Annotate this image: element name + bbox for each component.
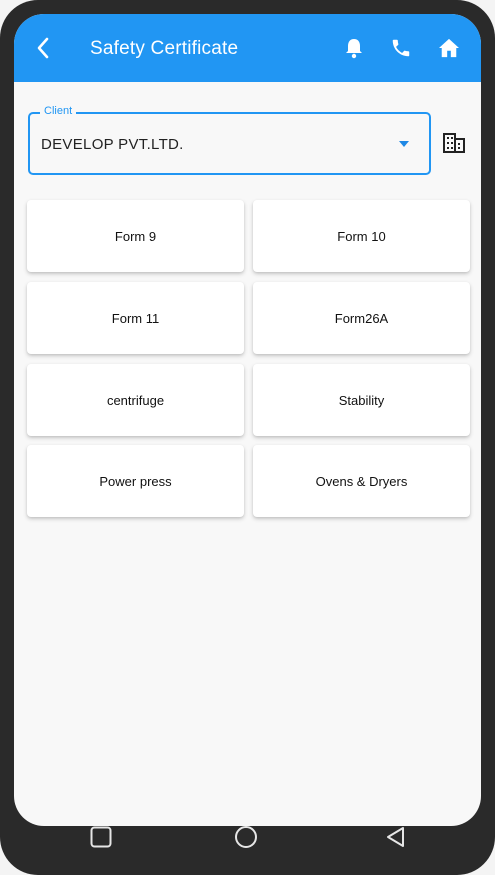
client-selected-value: DEVELOP PVT.LTD. [41, 136, 184, 153]
form-10-card[interactable]: Form 10 [253, 200, 470, 272]
centrifuge-card[interactable]: centrifuge [27, 364, 244, 436]
home-circle-icon[interactable] [234, 825, 258, 853]
home-icon[interactable] [437, 36, 461, 60]
client-label: Client [40, 105, 77, 117]
recent-apps-icon[interactable] [90, 826, 112, 852]
power-press-card[interactable]: Power press [27, 445, 244, 517]
phone-icon[interactable] [389, 36, 413, 60]
bell-icon[interactable] [342, 36, 366, 60]
form-11-card[interactable]: Form 11 [27, 282, 244, 354]
building-icon[interactable] [443, 133, 467, 155]
app-screen: Safety Certificate Client DEVELOP PVT.LT… [14, 14, 481, 826]
form-9-card[interactable]: Form 9 [27, 200, 244, 272]
dropdown-caret-icon[interactable] [399, 141, 409, 147]
app-bar: Safety Certificate [14, 14, 481, 82]
ovens-dryers-card[interactable]: Ovens & Dryers [253, 445, 470, 517]
back-triangle-icon[interactable] [386, 826, 406, 852]
system-nav-bar [0, 826, 495, 875]
form26a-card[interactable]: Form26A [253, 282, 470, 354]
client-dropdown[interactable]: Client DEVELOP PVT.LTD. [28, 105, 431, 175]
stability-card[interactable]: Stability [253, 364, 470, 436]
page-title: Safety Certificate [90, 38, 239, 59]
phone-device: Safety Certificate Client DEVELOP PVT.LT… [0, 0, 495, 875]
back-arrow-icon[interactable] [32, 36, 54, 60]
